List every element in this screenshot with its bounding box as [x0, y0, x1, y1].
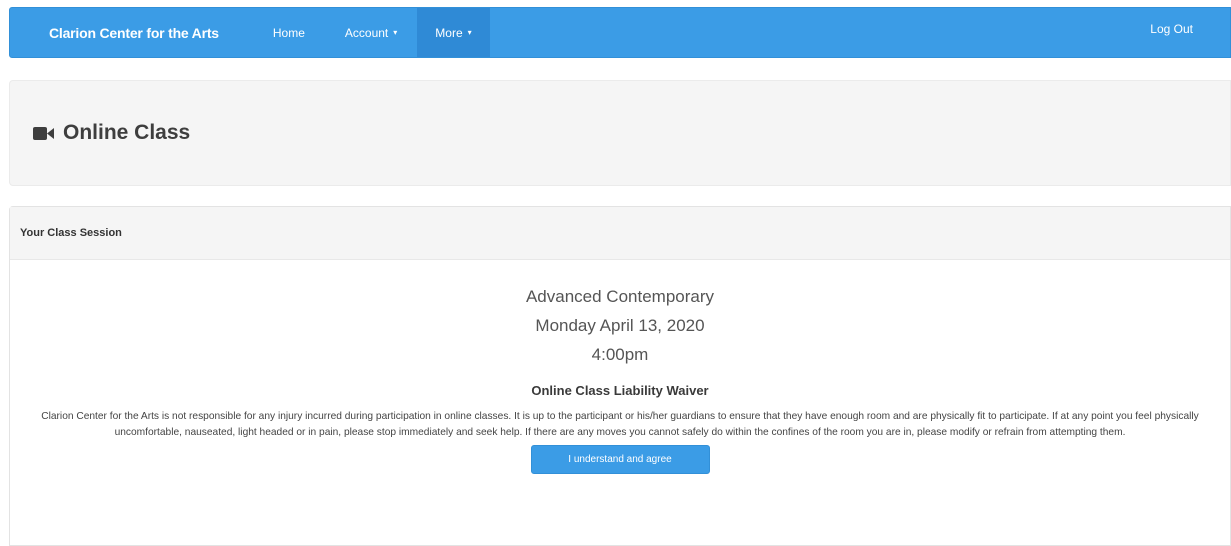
video-camera-icon [33, 126, 55, 141]
waiver-text: Clarion Center for the Arts is not respo… [41, 411, 1199, 438]
class-time: 4:00pm [591, 345, 649, 364]
waiver-title: Online Class Liability Waiver [531, 383, 709, 398]
caret-down-icon: ▾ [467, 28, 472, 37]
nav-home[interactable]: Home [253, 8, 325, 57]
session-panel-heading: Your Class Session [10, 207, 1230, 260]
top-navbar: Clarion Center for the Arts Home Account… [9, 7, 1231, 58]
class-session-panel: Your Class Session Advanced Contemporary… [9, 206, 1231, 546]
logout-link[interactable]: Log Out [1150, 8, 1230, 57]
nav-home-label: Home [272, 25, 305, 40]
agree-button[interactable]: I understand and agree [530, 445, 710, 474]
class-date: Monday April 13, 2020 [535, 316, 705, 335]
nav-account-label: Account [344, 25, 389, 40]
nav-more-label: More [435, 25, 463, 40]
class-name: Advanced Contemporary [525, 287, 715, 306]
page-title: Online Class [33, 121, 190, 145]
session-panel-body: Advanced Contemporary Monday April 13, 2… [10, 260, 1230, 474]
caret-down-icon: ▾ [393, 28, 398, 37]
brand-link[interactable]: Clarion Center for the Arts [10, 8, 253, 57]
nav-more-dropdown[interactable]: More ▾ [417, 8, 490, 57]
nav-account-dropdown[interactable]: Account ▾ [325, 8, 417, 57]
page-title-text: Online Class [63, 121, 191, 144]
page-title-panel: Online Class [9, 80, 1231, 186]
